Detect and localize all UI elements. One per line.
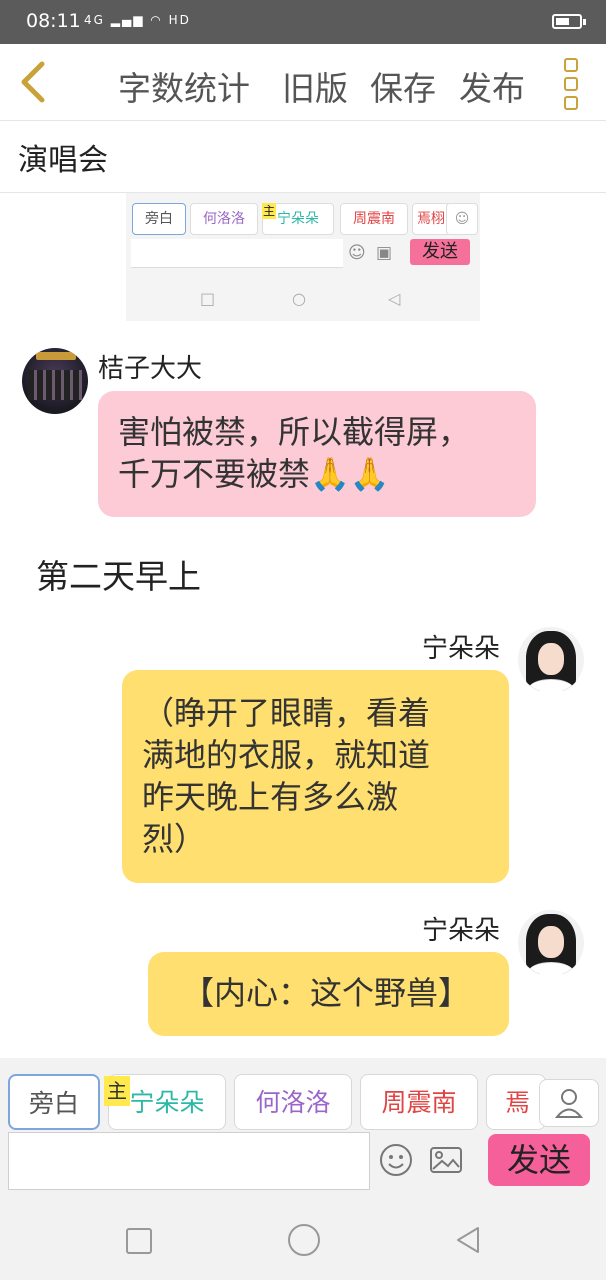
message-bubble[interactable]: 害怕被禁，所以截得屏， 千万不要被禁🙏🙏 <box>98 391 536 517</box>
preview-main-badge: 主 <box>262 203 277 219</box>
publish-button[interactable]: 发布 <box>459 62 525 110</box>
preview-user-icon: ☺ <box>446 203 478 235</box>
battery-icon <box>552 14 586 29</box>
avatar[interactable] <box>22 348 88 414</box>
message-line: 千万不要被禁🙏🙏 <box>118 455 390 493</box>
status-time: 08:11 <box>26 10 81 32</box>
more-icon[interactable] <box>560 58 584 110</box>
tab-character[interactable]: 焉栩 <box>486 1074 546 1130</box>
tab-character[interactable]: 何洛洛 <box>234 1074 352 1130</box>
preview-nav-back-icon: ◁ <box>388 289 401 308</box>
preview-nav-square-icon: □ <box>200 289 216 308</box>
word-count-button[interactable]: 字数统计 <box>118 62 250 110</box>
network-type: 4G <box>84 13 105 27</box>
preview-tab: 何洛洛 <box>190 203 258 235</box>
preview-image-icon: ▣ <box>376 243 393 263</box>
wifi-icon: ◠ <box>150 13 163 27</box>
signal-icon: ▂▄▆ <box>110 13 145 27</box>
embedded-screenshot: 旁白 何洛洛 宁朵朵 主 周震南 焉栩 ☺ ☺ ▣ 发送 □ ○ ◁ <box>126 193 480 321</box>
avatar[interactable] <box>518 910 584 976</box>
message-line: 昨天晚上有多么激 <box>142 778 399 816</box>
speaker-name: 宁朵朵 <box>422 634 501 664</box>
message-line: （睁开了眼睛，看着 <box>142 694 431 732</box>
message-bubble[interactable]: 【内心：这个野兽】 <box>148 952 509 1036</box>
signal-icons: 4G ▂▄▆ ◠ HD <box>84 13 191 27</box>
nav-circle-icon[interactable] <box>288 1224 320 1256</box>
message-line: 烈） <box>142 820 207 858</box>
nav-back-icon[interactable] <box>454 1225 484 1255</box>
preview-tab-row: 旁白 何洛洛 宁朵朵 主 周震南 焉栩 ☺ <box>130 203 478 237</box>
compose-panel: 旁白 宁朵朵 主 何洛洛 周震南 焉栩 发送 <box>0 1058 606 1198</box>
old-version-button[interactable]: 旧版 <box>282 62 348 110</box>
main-character-badge: 主 <box>104 1076 130 1106</box>
tab-character[interactable]: 周震南 <box>360 1074 478 1130</box>
preview-emoji-icon: ☺ <box>348 243 366 263</box>
message-line: 害怕被禁，所以截得屏， <box>118 413 471 451</box>
speaker-name: 桔子大大 <box>98 354 203 384</box>
back-arrow-icon[interactable] <box>14 58 54 106</box>
message-line: 满地的衣服，就知道 <box>142 736 431 774</box>
preview-tab: 周震南 <box>340 203 408 235</box>
status-bar: 08:11 4G ▂▄▆ ◠ HD <box>0 0 606 44</box>
narration-text[interactable]: 第二天早上 <box>36 550 201 598</box>
image-icon[interactable] <box>428 1142 464 1178</box>
system-nav-bar <box>0 1198 606 1280</box>
avatar[interactable] <box>518 627 584 693</box>
preview-send: 发送 <box>410 239 470 265</box>
user-icon[interactable] <box>539 1079 599 1127</box>
message-input[interactable] <box>8 1132 370 1190</box>
emoji-icon[interactable] <box>378 1142 414 1178</box>
message-line: 【内心：这个野兽】 <box>182 974 471 1012</box>
preview-nav-circle-icon: ○ <box>292 289 306 308</box>
tab-narrator[interactable]: 旁白 <box>8 1074 100 1130</box>
top-toolbar: 字数统计 旧版 保存 发布 <box>0 44 606 121</box>
preview-tab: 旁白 <box>132 203 186 235</box>
title-bar: 演唱会 <box>0 120 606 193</box>
speaker-name: 宁朵朵 <box>422 916 501 946</box>
nav-square-icon[interactable] <box>126 1228 152 1254</box>
page-title[interactable]: 演唱会 <box>18 135 108 179</box>
send-button[interactable]: 发送 <box>488 1134 590 1186</box>
message-bubble[interactable]: （睁开了眼睛，看着 满地的衣服，就知道 昨天晚上有多么激 烈） <box>122 670 509 883</box>
hd-label: HD <box>168 13 191 27</box>
preview-tab: 焉栩 <box>412 203 450 235</box>
save-button[interactable]: 保存 <box>370 62 436 110</box>
preview-input <box>131 239 343 268</box>
